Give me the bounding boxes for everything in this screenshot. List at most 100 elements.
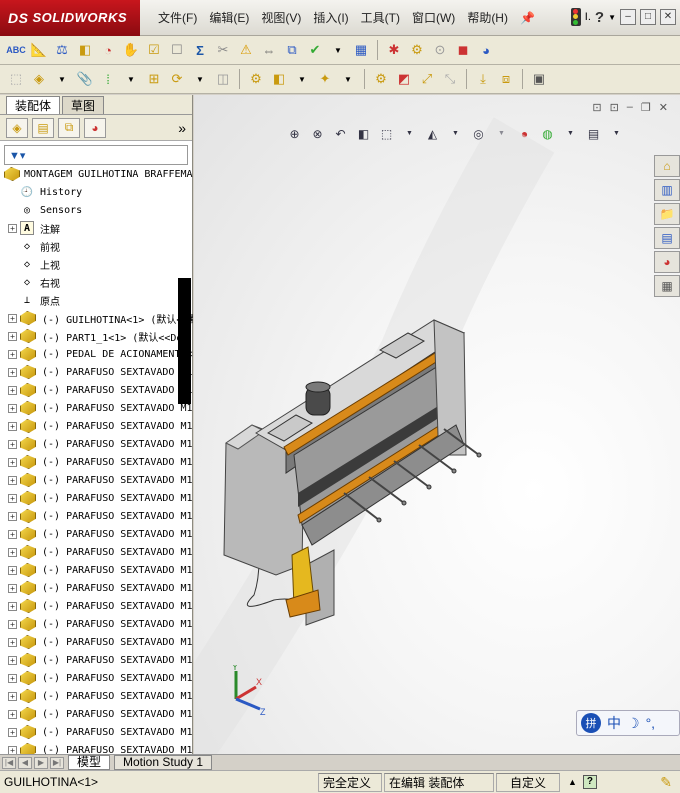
tree-part-row[interactable]: + (-) PARAFUSO SEXTAVADO M1 [0,489,193,507]
home-icon[interactable]: ⌂ [654,155,680,177]
instant3d-icon[interactable]: ⤓ [473,69,493,89]
appearance-icon[interactable]: ◕ [476,40,496,60]
measure-icon[interactable]: 📐 [29,40,49,60]
search-commands[interactable]: I. [585,11,591,23]
tree-part-row[interactable]: + (-) PARAFUSO SEXTAVADO M1 [0,363,193,381]
graph-icon[interactable]: ▦ [351,40,371,60]
smart-fasteners-icon[interactable]: ⊞ [144,69,164,89]
expand-toggle[interactable]: + [8,529,17,539]
menu-help[interactable]: 帮助(H) [461,9,514,26]
tree-part-row[interactable]: + (-) PEDAL DE ACIONAMENTO< [0,345,193,363]
tree-part-row[interactable]: + (-) PARAFUSO SEXTAVADO M1 [0,471,193,489]
expand-toggle[interactable]: + [8,565,17,575]
expand-toggle[interactable]: + [8,385,17,395]
mate-icon[interactable]: 📎 [75,69,95,89]
chevron-down-icon[interactable]: ▼ [328,40,348,60]
tree-part-row[interactable]: + (-) PARAFUSO SEXTAVADO M1 [0,561,193,579]
interference-icon[interactable]: ✂ [213,40,233,60]
expand-toggle[interactable]: + [8,475,17,485]
tree-part-row[interactable]: + (-) PARAFUSO SEXTAVADO M1 [0,615,193,633]
expand-panel-button[interactable]: » [178,120,186,136]
expand-toggle[interactable]: + [8,367,17,377]
check-icon[interactable]: ◔ [98,40,118,60]
prev-tab-button[interactable]: ◀ [18,756,32,769]
large-assembly-icon[interactable]: ⧈ [496,69,516,89]
compare-icon[interactable]: ⧉ [282,40,302,60]
chevron-down-icon[interactable]: ▼ [121,69,141,89]
ime-moon-icon[interactable]: ☽ [627,715,640,732]
ime-logo-icon[interactable]: 拼 [581,713,601,733]
expand-toggle[interactable]: + [8,709,17,719]
sum-icon[interactable]: Σ [190,40,210,60]
tree-node[interactable]: + A 注解 [0,219,193,237]
guillotine-model[interactable] [194,95,680,754]
tree-part-row[interactable]: + (-) PARAFUSO SEXTAVADO M1 [0,381,193,399]
tree-node[interactable]: ◇ 右视 [0,273,193,291]
color-square-icon[interactable]: ◼ [453,40,473,60]
chevron-down-icon[interactable]: ▼ [190,69,210,89]
tree-part-row[interactable]: + (-) PARAFUSO SEXTAVADO M1 [0,723,193,741]
tree-part-row[interactable]: + (-) PARAFUSO SEXTAVADO M1 [0,741,193,754]
chevron-down-icon[interactable]: ▼ [338,69,358,89]
move-component-icon[interactable]: ⟳ [167,69,187,89]
expand-toggle[interactable]: + [8,349,17,359]
tree-node[interactable]: ◇ 上视 [0,255,193,273]
expand-toggle[interactable]: + [8,655,17,665]
tree-part-row[interactable]: + (-) PARAFUSO SEXTAVADO M1 [0,417,193,435]
chevron-down-icon[interactable]: ▼ [292,69,312,89]
gear-icon[interactable]: ⚙ [407,40,427,60]
menu-file[interactable]: 文件(F) [152,9,203,26]
reference-geometry-icon[interactable]: ◧ [269,69,289,89]
tree-part-row[interactable]: + (-) PARAFUSO SEXTAVADO M1 [0,669,193,687]
expand-toggle[interactable]: + [8,637,17,647]
mass-properties-icon[interactable]: ⚖ [52,40,72,60]
check-mark-icon[interactable]: ✔ [305,40,325,60]
tree-scrollbar[interactable] [178,278,191,404]
explode-line-icon[interactable]: ⤢ [417,69,437,89]
tree-node[interactable]: ◎ Sensors [0,201,193,219]
expand-toggle[interactable]: + [8,691,17,701]
tree-part-row[interactable]: + (-) PARAFUSO SEXTAVADO M1 [0,525,193,543]
last-tab-button[interactable]: ▶| [50,756,64,769]
tree-part-row[interactable]: + (-) PARAFUSO SEXTAVADO M1 [0,399,193,417]
exploded-view-icon[interactable]: ◩ [394,69,414,89]
ime-toolbar[interactable]: 拼 中 ☽ °, [576,710,680,736]
assembly-features-icon[interactable]: ⚙ [246,69,266,89]
tree-part-row[interactable]: + (-) PARAFUSO SEXTAVADO M1 [0,597,193,615]
chevron-down-icon[interactable]: ▼ [608,13,616,22]
tree-part-row[interactable]: + (-) PARAFUSO SEXTAVADO M1 [0,435,193,453]
tree-part-row[interactable]: + (-) PARAFUSO SEXTAVADO M1 [0,543,193,561]
expand-toggle[interactable]: + [8,511,17,521]
ime-chinese-mode[interactable]: 中 [607,713,621,733]
expand-toggle[interactable]: + [8,493,17,503]
chevron-up-icon[interactable]: ▲ [568,777,577,787]
tab-assembly[interactable]: 装配体 [6,96,61,114]
close-button[interactable]: ✕ [660,9,676,25]
graphics-area[interactable]: ⊡ ⊡ – ❐ ✕ ⊕ ⊗ ↶ ◧ ⬚ ▼ ◭ ▼ ◎ ▼ ● ◍ ▼ ▤ ▼ [194,95,680,754]
align-icon[interactable]: ⇔ [259,40,279,60]
configuration-manager-icon[interactable]: ⧉ [58,117,80,138]
expand-toggle[interactable]: + [8,421,17,431]
status-help-icon[interactable]: ? [582,775,597,789]
tree-part-row[interactable]: + (-) PARAFUSO SEXTAVADO M1 [0,633,193,651]
expand-toggle[interactable]: + [8,403,17,413]
warning-icon[interactable]: ⚠ [236,40,256,60]
tree-node[interactable]: ◇ 前视 [0,237,193,255]
expand-toggle[interactable]: + [8,727,17,737]
view-palette-icon[interactable]: ▤ [654,227,680,249]
pattern-icon[interactable]: ⁞ [98,69,118,89]
tree-node[interactable]: 🕘 History [0,183,193,201]
expand-toggle[interactable]: + [8,583,17,593]
next-tab-button[interactable]: ▶ [34,756,48,769]
expand-toggle[interactable]: + [8,439,17,449]
pin-icon[interactable]: 📌 [514,11,541,25]
menu-window[interactable]: 窗口(W) [406,9,461,26]
tree-part-row[interactable]: + (-) PARAFUSO SEXTAVADO M1 [0,453,193,471]
new-part-icon[interactable]: ◈ [29,69,49,89]
minimize-button[interactable]: – [620,9,636,25]
tree-part-row[interactable]: + (-) PARAFUSO SEXTAVADO M1 [0,579,193,597]
insert-component-icon[interactable]: ⬚ [6,69,26,89]
feature-works-icon[interactable]: ✱ [384,40,404,60]
maximize-button[interactable]: □ [640,9,656,25]
filter-icon[interactable]: ▼▾ [9,149,25,162]
